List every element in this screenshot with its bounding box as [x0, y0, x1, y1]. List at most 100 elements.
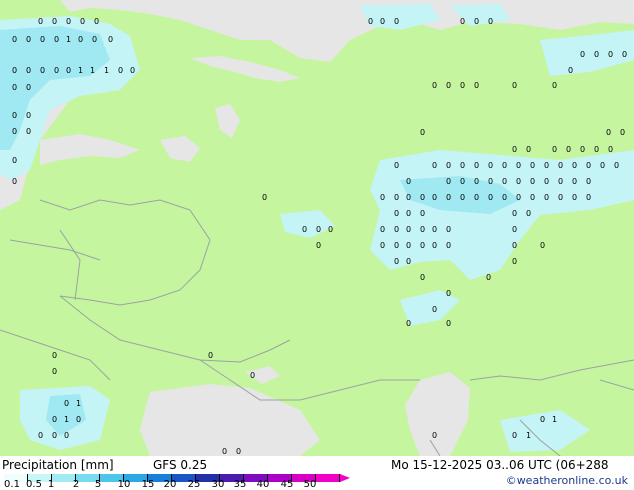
svg-text:0: 0 — [208, 351, 213, 360]
svg-text:0: 0 — [586, 193, 591, 202]
svg-text:0: 0 — [380, 241, 385, 250]
svg-text:0: 0 — [40, 66, 45, 75]
svg-text:0: 0 — [12, 177, 17, 186]
svg-text:0: 0 — [614, 161, 619, 170]
svg-text:0: 0 — [12, 35, 17, 44]
svg-text:0: 0 — [432, 241, 437, 250]
svg-text:0: 0 — [406, 241, 411, 250]
svg-text:0: 0 — [566, 145, 571, 154]
svg-text:0: 0 — [54, 35, 59, 44]
legend-tick: 0.5 — [26, 479, 42, 490]
svg-text:0: 0 — [446, 177, 451, 186]
svg-text:0: 0 — [474, 161, 479, 170]
svg-text:0: 0 — [52, 351, 57, 360]
svg-text:0: 0 — [394, 193, 399, 202]
legend-tick: 30 — [211, 479, 225, 490]
svg-text:0: 0 — [432, 161, 437, 170]
legend-tick: 45 — [280, 479, 294, 490]
svg-text:0: 0 — [512, 145, 517, 154]
svg-text:0: 0 — [526, 145, 531, 154]
svg-text:0: 0 — [552, 145, 557, 154]
legend-tick: 50 — [303, 479, 317, 490]
svg-text:0: 0 — [558, 177, 563, 186]
svg-text:0: 0 — [12, 127, 17, 136]
svg-text:0: 0 — [94, 17, 99, 26]
svg-text:0: 0 — [594, 50, 599, 59]
svg-text:0: 0 — [530, 161, 535, 170]
svg-text:0: 0 — [594, 145, 599, 154]
svg-text:0: 0 — [80, 17, 85, 26]
valid-time: Mo 15-12-2025 03..06 UTC (06+288 — [391, 458, 609, 472]
svg-text:0: 0 — [432, 193, 437, 202]
svg-text:0: 0 — [52, 17, 57, 26]
svg-text:0: 0 — [406, 257, 411, 266]
svg-text:0: 0 — [380, 193, 385, 202]
svg-text:0: 0 — [460, 177, 465, 186]
svg-text:0: 0 — [12, 66, 17, 75]
legend-tick: 25 — [187, 479, 201, 490]
svg-text:0: 0 — [12, 83, 17, 92]
svg-text:0: 0 — [558, 161, 563, 170]
svg-text:0: 0 — [530, 193, 535, 202]
svg-text:0: 0 — [488, 177, 493, 186]
svg-text:0: 0 — [526, 209, 531, 218]
svg-text:0: 0 — [26, 111, 31, 120]
svg-text:0: 0 — [52, 367, 57, 376]
svg-text:0: 0 — [52, 415, 57, 424]
svg-text:0: 0 — [236, 447, 241, 456]
svg-text:0: 0 — [66, 17, 71, 26]
svg-text:0: 0 — [544, 193, 549, 202]
svg-text:0: 0 — [488, 17, 493, 26]
svg-text:0: 0 — [406, 209, 411, 218]
svg-text:0: 0 — [66, 66, 71, 75]
svg-text:0: 0 — [316, 241, 321, 250]
svg-text:0: 0 — [516, 177, 521, 186]
svg-text:0: 0 — [420, 128, 425, 137]
svg-text:0: 0 — [380, 225, 385, 234]
svg-text:0: 0 — [420, 209, 425, 218]
svg-text:0: 0 — [488, 193, 493, 202]
map-svg: 0 0 0 0 0 0 0 0 0 1 0 0 0 0 0 0 0 0 1 1 … — [0, 0, 634, 456]
svg-text:0: 0 — [558, 193, 563, 202]
svg-text:1: 1 — [66, 35, 71, 44]
svg-text:0: 0 — [488, 161, 493, 170]
legend-tick: 20 — [163, 479, 177, 490]
svg-text:0: 0 — [446, 225, 451, 234]
svg-text:0: 0 — [76, 415, 81, 424]
svg-text:0: 0 — [394, 225, 399, 234]
credit-link[interactable]: ©weatheronline.co.uk — [506, 474, 628, 487]
svg-text:0: 0 — [512, 209, 517, 218]
svg-text:1: 1 — [64, 415, 69, 424]
svg-text:0: 0 — [262, 193, 267, 202]
svg-text:0: 0 — [460, 161, 465, 170]
svg-text:0: 0 — [572, 161, 577, 170]
svg-text:0: 0 — [328, 225, 333, 234]
svg-text:0: 0 — [474, 177, 479, 186]
svg-text:0: 0 — [516, 193, 521, 202]
svg-text:0: 0 — [544, 161, 549, 170]
svg-text:0: 0 — [530, 177, 535, 186]
svg-text:0: 0 — [460, 193, 465, 202]
svg-text:0: 0 — [446, 289, 451, 298]
svg-text:0: 0 — [460, 81, 465, 90]
svg-text:0: 0 — [406, 225, 411, 234]
legend-tick: 10 — [117, 479, 131, 490]
legend-tick: 1 — [47, 479, 55, 490]
svg-text:0: 0 — [446, 193, 451, 202]
svg-text:0: 0 — [420, 225, 425, 234]
svg-text:0: 0 — [446, 161, 451, 170]
svg-text:1: 1 — [78, 66, 83, 75]
svg-text:0: 0 — [586, 177, 591, 186]
svg-text:0: 0 — [512, 431, 517, 440]
svg-text:0: 0 — [516, 161, 521, 170]
svg-text:0: 0 — [544, 177, 549, 186]
svg-text:0: 0 — [502, 177, 507, 186]
legend-tick: 0.1 — [4, 479, 20, 490]
svg-text:0: 0 — [474, 17, 479, 26]
svg-text:0: 0 — [222, 447, 227, 456]
svg-text:0: 0 — [394, 241, 399, 250]
svg-text:0: 0 — [540, 241, 545, 250]
svg-text:0: 0 — [540, 415, 545, 424]
svg-text:0: 0 — [608, 50, 613, 59]
svg-text:0: 0 — [38, 431, 43, 440]
